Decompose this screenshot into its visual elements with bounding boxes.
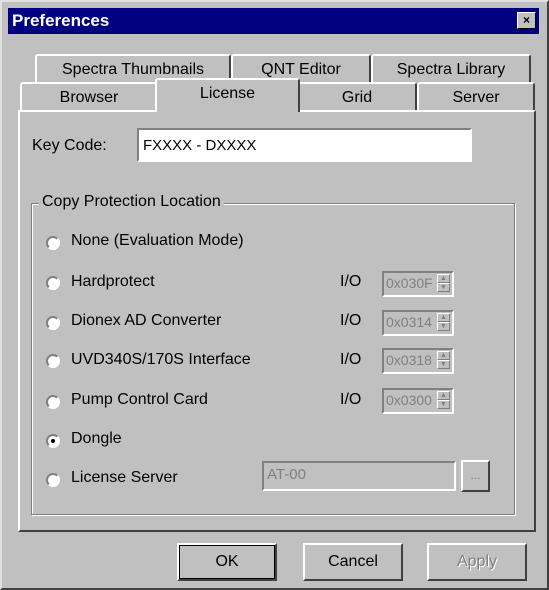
spin-up-icon[interactable]: ▲ xyxy=(437,274,450,283)
key-code-input[interactable] xyxy=(137,128,472,162)
title-bar: Preferences × xyxy=(8,8,539,34)
cancel-button[interactable]: Cancel xyxy=(303,543,403,581)
io-spinner-pump[interactable]: 0x0300 ▲ ▼ xyxy=(382,388,454,414)
key-code-label: Key Code: xyxy=(32,137,107,154)
tab-grid[interactable]: Grid xyxy=(297,82,417,112)
spin-up-icon[interactable]: ▲ xyxy=(437,351,450,360)
radio-dongle[interactable] xyxy=(46,434,60,448)
io-spinner-uvd[interactable]: 0x0318 ▲ ▼ xyxy=(382,348,454,374)
close-button[interactable]: × xyxy=(517,12,536,29)
tab-license[interactable]: License xyxy=(155,78,300,112)
tab-browser[interactable]: Browser xyxy=(20,82,158,112)
io-label-pump: I/O xyxy=(340,391,362,408)
radio-license-server[interactable] xyxy=(46,473,60,487)
spin-down-icon[interactable]: ▼ xyxy=(437,400,450,409)
browse-button[interactable]: ... xyxy=(461,460,490,492)
io-value-hardprotect: 0x030F xyxy=(386,275,433,291)
apply-button[interactable]: Apply xyxy=(427,543,527,581)
spin-up-icon[interactable]: ▲ xyxy=(437,391,450,400)
option-label-license-server: License Server xyxy=(71,469,178,486)
group-caption: Copy Protection Location xyxy=(39,193,224,211)
spin-down-icon[interactable]: ▼ xyxy=(437,283,450,292)
radio-pump-control-card[interactable] xyxy=(46,395,60,409)
license-server-value: AT-00 xyxy=(267,466,306,483)
radio-hardprotect[interactable] xyxy=(46,276,60,290)
window-title: Preferences xyxy=(12,11,110,30)
spin-up-icon[interactable]: ▲ xyxy=(437,313,450,322)
ok-button[interactable]: OK xyxy=(177,543,277,581)
radio-dionex-ad-converter[interactable] xyxy=(46,316,60,330)
option-label-none: None (Evaluation Mode) xyxy=(71,232,244,249)
option-label-dongle: Dongle xyxy=(71,430,122,447)
tab-spectra-library[interactable]: Spectra Library xyxy=(371,54,531,84)
option-label-uvd: UVD340S/170S Interface xyxy=(71,351,251,368)
io-label-dionex: I/O xyxy=(340,312,362,329)
tab-server[interactable]: Server xyxy=(417,82,535,112)
io-value-dionex: 0x0314 xyxy=(386,314,432,330)
spin-down-icon[interactable]: ▼ xyxy=(437,360,450,369)
io-label-uvd: I/O xyxy=(340,351,362,368)
radio-uvd-interface[interactable] xyxy=(46,354,60,368)
option-label-pump: Pump Control Card xyxy=(71,391,208,408)
spin-down-icon[interactable]: ▼ xyxy=(437,322,450,331)
io-label-hardprotect: I/O xyxy=(340,273,362,290)
io-spinner-dionex[interactable]: 0x0314 ▲ ▼ xyxy=(382,310,454,336)
license-server-field[interactable]: AT-00 xyxy=(262,461,456,491)
io-spinner-hardprotect[interactable]: 0x030F ▲ ▼ xyxy=(382,271,454,297)
io-value-pump: 0x0300 xyxy=(386,392,432,408)
option-label-hardprotect: Hardprotect xyxy=(71,273,155,290)
option-label-dionex: Dionex AD Converter xyxy=(71,312,222,329)
io-value-uvd: 0x0318 xyxy=(386,352,432,368)
radio-none[interactable] xyxy=(46,236,60,250)
